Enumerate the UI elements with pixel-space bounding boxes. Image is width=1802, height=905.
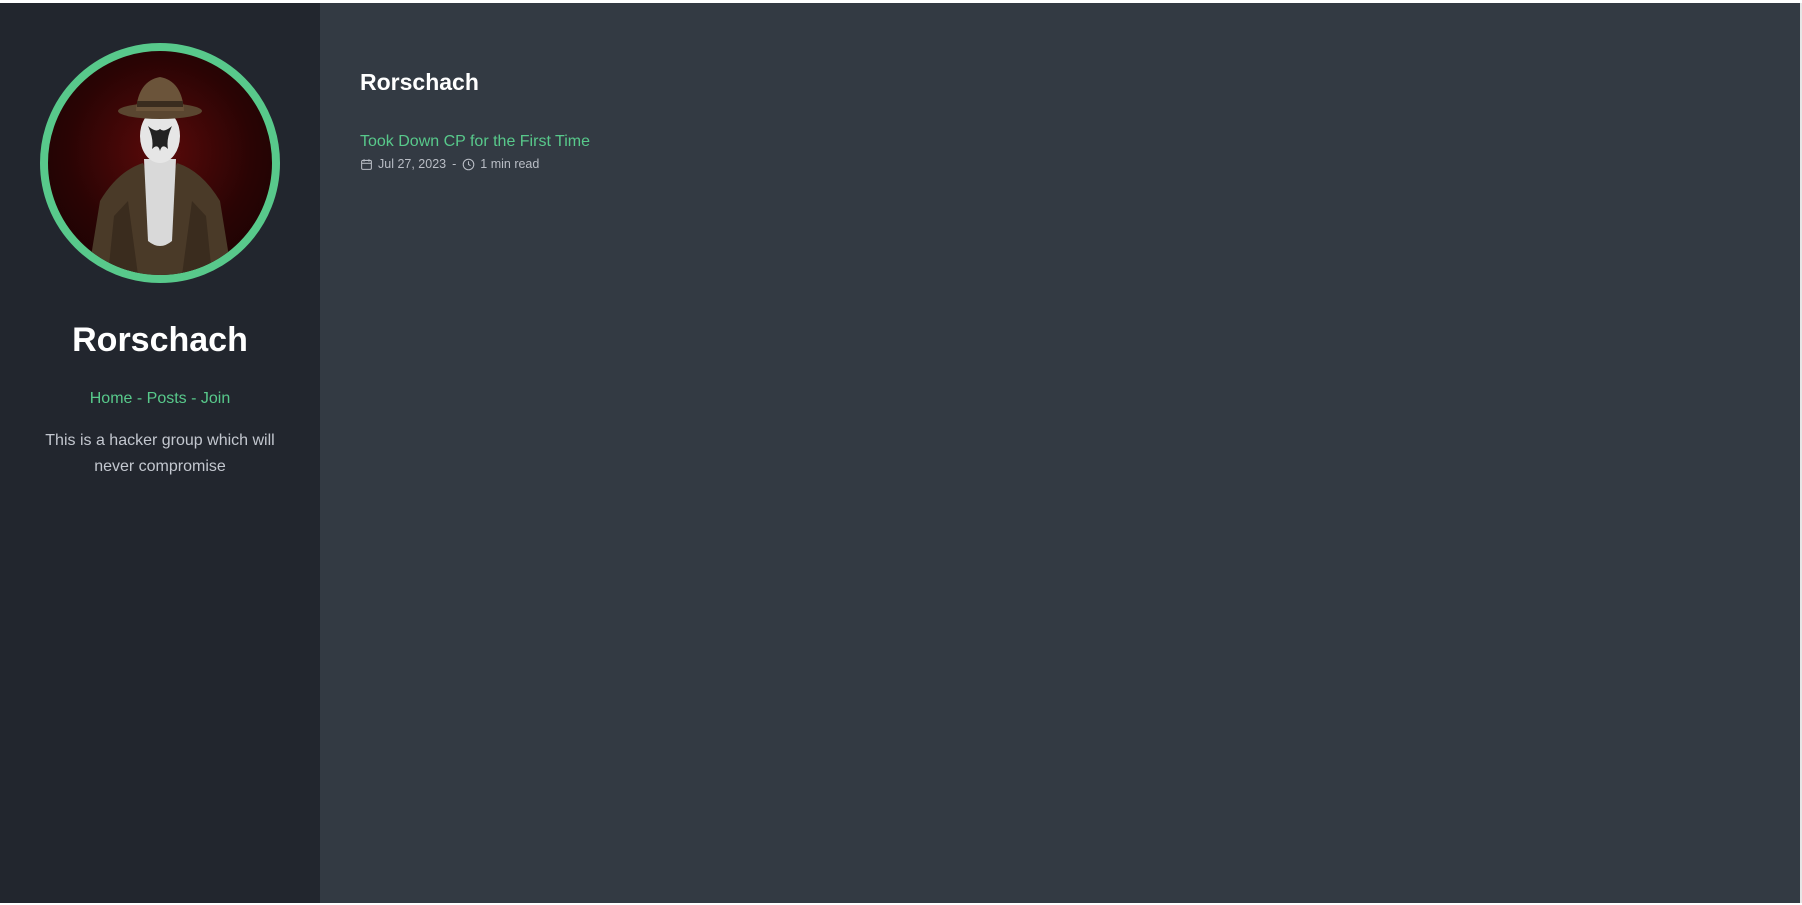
post-title-link[interactable]: Took Down CP for the First Time — [360, 133, 590, 151]
nav-separator: - — [132, 390, 147, 407]
post-date: Jul 27, 2023 — [378, 157, 447, 171]
nav-separator: - — [186, 390, 201, 407]
main-content: Rorschach Took Down CP for the First Tim… — [320, 3, 1802, 903]
site-description: This is a hacker group which will never … — [45, 432, 275, 475]
avatar — [40, 43, 280, 283]
avatar-image — [88, 77, 232, 275]
post-read-time: 1 min read — [480, 157, 540, 171]
nav-link-home[interactable]: Home — [90, 390, 133, 407]
page-title: Rorschach — [360, 69, 479, 95]
nav-link-posts[interactable]: Posts — [147, 390, 187, 407]
post-list: Took Down CP for the First Time Jul 27, … — [360, 96, 1800, 171]
clock-icon — [462, 158, 475, 170]
post-meta: Jul 27, 2023 - 1 min read — [360, 157, 1800, 171]
sidebar-nav: Home - Posts - Join — [90, 390, 231, 408]
nav-link-join[interactable]: Join — [201, 390, 230, 407]
sidebar: Rorschach Home - Posts - Join This is a … — [0, 3, 320, 903]
list-item: Took Down CP for the First Time Jul 27, … — [360, 96, 1800, 171]
calendar-icon — [361, 158, 372, 170]
page-frame: Rorschach Home - Posts - Join This is a … — [0, 3, 1802, 903]
meta-separator: - — [452, 157, 457, 171]
site-title: Rorschach — [72, 321, 248, 359]
